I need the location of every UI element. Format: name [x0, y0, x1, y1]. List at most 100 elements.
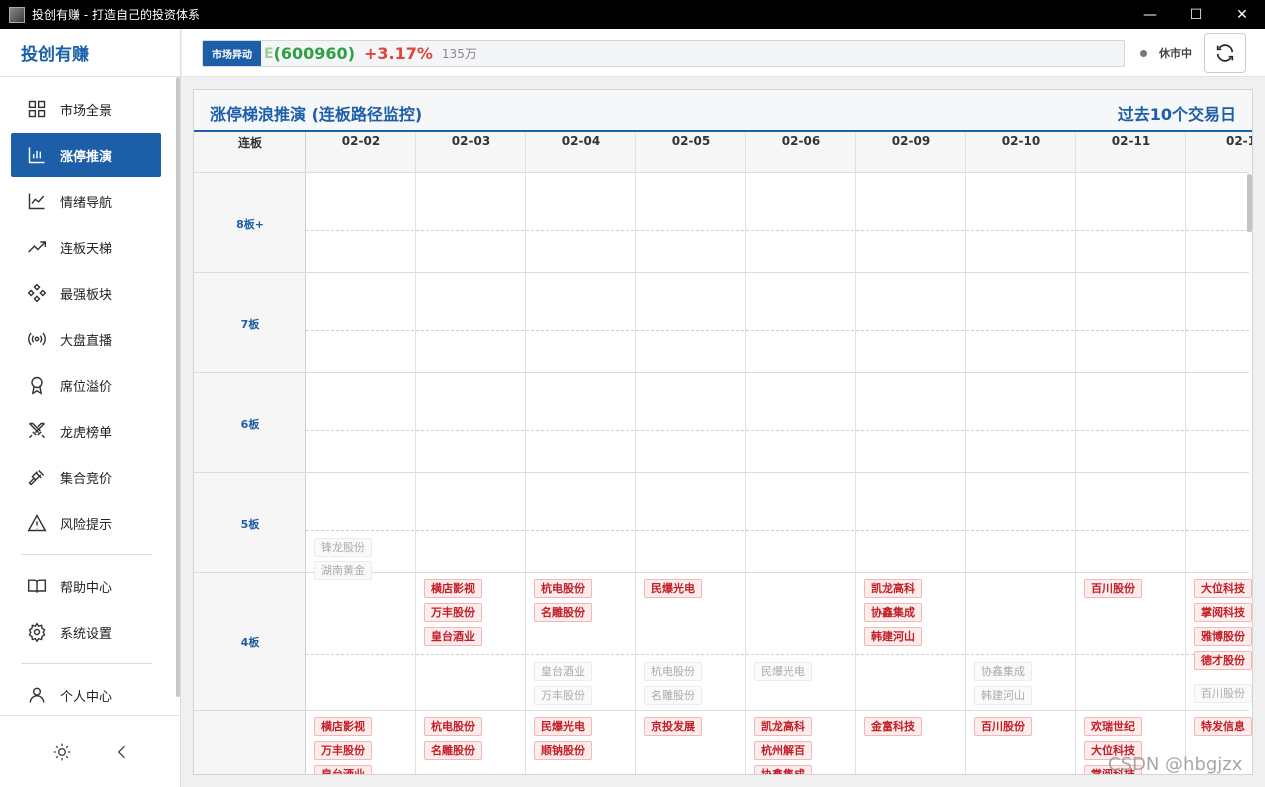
warning-icon [27, 513, 47, 533]
sidebar-item-label: 连板天梯 [60, 241, 113, 257]
col-header-date[interactable]: 02-06 [746, 134, 856, 148]
sun-icon[interactable] [52, 742, 72, 766]
stock-chip[interactable]: 名雕股份 [534, 603, 592, 622]
ticker-change: +3.17% [364, 44, 433, 63]
app-logo-icon [9, 6, 25, 23]
ladder-grid: 连板 02-02 02-03 02-04 02-05 02-06 02-09 02-10 02-… [194, 132, 1252, 774]
col-header-date[interactable]: 02-11 [1076, 134, 1186, 148]
stock-chip[interactable]: 杭州解百 [754, 741, 812, 760]
sidebar-item-12[interactable]: 个人中心 [11, 673, 161, 717]
sidebar: 投创有赚 市场全景 涨停推演 情绪导航 连板天梯 最强板块 大盘直播 席位溢价 龙虎榜单 集合竞… [0, 29, 181, 787]
stock-chip[interactable]: 民爆光电 [644, 579, 702, 598]
stock-chip-previous[interactable]: 韩建河山 [974, 686, 1032, 705]
grid-dashed-line [306, 430, 1249, 431]
row-label: 6板 [240, 418, 260, 431]
stock-chip[interactable]: 掌阅科技 [1194, 603, 1252, 622]
stock-chip[interactable]: 百川股份 [974, 717, 1032, 736]
sidebar-item-3[interactable]: 连板天梯 [11, 225, 161, 269]
sidebar-item-label: 涨停推演 [60, 149, 113, 165]
stock-chip[interactable]: 名雕股份 [424, 741, 482, 760]
ticker-partial-char: E [264, 45, 274, 62]
app-window: 投创有赚 - 打造自己的投资体系 — ☐ ✕ 投创有赚 市场全景 涨停推演 情绪导航… [0, 0, 1265, 787]
stock-chip-previous[interactable]: 湖南黄金 [314, 561, 372, 580]
col-header-date[interactable]: 02-1 [1186, 134, 1252, 148]
sidebar-nav: 市场全景涨停推演情绪导航连板天梯最强板块 大盘直播 席位溢价龙虎榜单集合竞价风险提示… [0, 87, 176, 719]
collapse-sidebar-icon[interactable] [112, 742, 132, 766]
sidebar-item-7[interactable]: 龙虎榜单 [11, 409, 161, 453]
grid-scrollbar[interactable] [1247, 174, 1252, 232]
market-status-dot [1140, 50, 1147, 57]
refresh-button[interactable] [1204, 33, 1246, 73]
sidebar-item-2[interactable]: 情绪导航 [11, 179, 161, 223]
col-header-date[interactable]: 02-03 [416, 134, 526, 148]
stock-chip[interactable]: 京投发展 [644, 717, 702, 736]
panel-range[interactable]: 过去10个交易日 [1118, 101, 1236, 125]
stock-chip-previous[interactable]: 民爆光电 [754, 662, 812, 681]
panel-header: 涨停梯浪推演 (连板路径监控) 过去10个交易日 [194, 90, 1252, 132]
close-button[interactable]: ✕ [1219, 0, 1265, 29]
sidebar-item-4[interactable]: 最强板块 [11, 271, 161, 315]
stock-chip[interactable]: 顺钠股份 [534, 741, 592, 760]
col-header-date[interactable]: 02-02 [306, 134, 416, 148]
gear-icon [27, 622, 47, 642]
maximize-button[interactable]: ☐ [1173, 0, 1219, 29]
row-label: 8板+ [236, 218, 264, 231]
stock-chip[interactable]: 民爆光电 [534, 717, 592, 736]
stock-chip[interactable]: 雅博股份 [1194, 627, 1252, 646]
sidebar-scrollbar[interactable] [176, 77, 180, 697]
panel-title: 涨停梯浪推演 (连板路径监控) [210, 105, 423, 124]
market-ticker[interactable]: 市场异动 E (600960) +3.17% 135万 [202, 40, 1125, 67]
sidebar-item-0[interactable]: 市场全景 [11, 87, 161, 131]
stock-chip-previous[interactable]: 百川股份 [1194, 684, 1252, 703]
sidebar-item-11[interactable]: 系统设置 [11, 610, 161, 654]
sidebar-item-10[interactable]: 帮助中心 [11, 564, 161, 608]
stock-chip[interactable]: 德才股份 [1194, 651, 1252, 670]
stock-chip[interactable]: 万丰股份 [314, 741, 372, 760]
col-header-date[interactable]: 02-10 [966, 134, 1076, 148]
stock-chip[interactable]: 协鑫集成 [864, 603, 922, 622]
grid-vline [965, 132, 966, 774]
sidebar-item-6[interactable]: 席位溢价 [11, 363, 161, 407]
stock-chip[interactable]: 韩建河山 [864, 627, 922, 646]
sidebar-item-1[interactable]: 涨停推演 [11, 133, 161, 177]
stock-chip[interactable]: 金富科技 [864, 717, 922, 736]
stock-chip[interactable]: 百川股份 [1084, 579, 1142, 598]
grid-hline [194, 472, 1249, 473]
sidebar-item-8[interactable]: 集合竞价 [11, 455, 161, 499]
stock-chip[interactable]: 杭电股份 [534, 579, 592, 598]
stock-chip-previous[interactable]: 锋龙股份 [314, 538, 372, 557]
sidebar-item-label: 集合竞价 [60, 471, 113, 487]
stock-chip[interactable]: 凯龙高科 [754, 717, 812, 736]
stock-chip[interactable]: 横店影视 [424, 579, 482, 598]
stock-chip-previous[interactable]: 协鑫集成 [974, 662, 1032, 681]
stock-chip-previous[interactable]: 皇台酒业 [534, 662, 592, 681]
stock-chip[interactable]: 横店影视 [314, 717, 372, 736]
stock-chip[interactable]: 杭电股份 [424, 717, 482, 736]
stock-chip[interactable]: 凯龙高科 [864, 579, 922, 598]
stock-chip-previous[interactable]: 万丰股份 [534, 686, 592, 705]
stock-chip-previous[interactable]: 杭电股份 [644, 662, 702, 681]
col-header-date[interactable]: 02-09 [856, 134, 966, 148]
stock-chip[interactable]: 万丰股份 [424, 603, 482, 622]
ladder-panel: 涨停梯浪推演 (连板路径监控) 过去10个交易日 连板 02-02 02-03 02-… [193, 89, 1253, 775]
col-header-date[interactable]: 02-04 [526, 134, 636, 148]
grid-label-column [194, 172, 306, 774]
stock-chip[interactable]: 皇台酒业 [424, 627, 482, 646]
swords-icon [27, 421, 47, 441]
stock-chip[interactable]: 特发信息 [1194, 717, 1252, 736]
stock-chip[interactable]: 欢瑞世纪 [1084, 717, 1142, 736]
stock-chip-previous[interactable]: 名雕股份 [644, 686, 702, 705]
col-header-date[interactable]: 02-05 [636, 134, 746, 148]
sidebar-item-5[interactable]: 大盘直播 [11, 317, 161, 361]
sidebar-item-9[interactable]: 风险提示 [11, 501, 161, 545]
minimize-button[interactable]: — [1127, 0, 1173, 29]
trending-up-icon [27, 237, 47, 257]
stock-chip[interactable]: 皇台酒业 [314, 765, 372, 774]
row-label: 7板 [240, 318, 260, 331]
grid-hline [194, 372, 1249, 373]
stock-chip[interactable]: 大位科技 [1194, 579, 1252, 598]
grid-icon [27, 99, 47, 119]
sidebar-footer [0, 715, 181, 787]
stock-chip[interactable]: 协鑫集成 [754, 765, 812, 774]
sidebar-item-label: 龙虎榜单 [60, 425, 113, 441]
